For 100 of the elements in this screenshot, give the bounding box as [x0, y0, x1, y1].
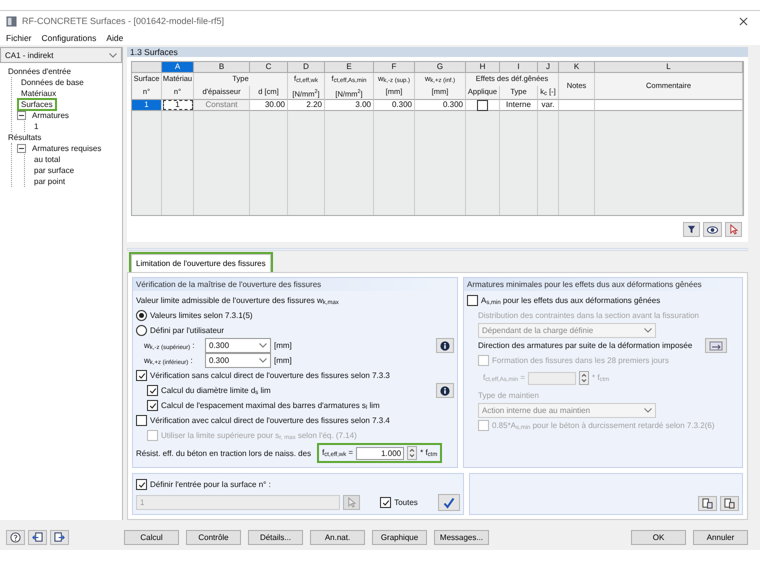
info-icon	[440, 386, 450, 396]
table-cell: 0.300	[415, 99, 466, 111]
row-number[interactable]: 1	[132, 99, 162, 111]
checkbox-label: Vérification avec calcul direct de l'ouverture des fissures selon 7.3.4	[150, 416, 390, 425]
table-cell: Constant	[194, 99, 250, 111]
action-button[interactable]: Détails...	[248, 530, 303, 544]
column-letter[interactable]: C	[250, 62, 288, 73]
dialog-button[interactable]: Annuler	[693, 530, 748, 544]
close-icon[interactable]	[739, 16, 748, 26]
menu-item[interactable]: Configurations	[42, 33, 96, 43]
symbol-label: f$_{ct,eff,wk}$ =	[322, 448, 354, 458]
action-button[interactable]: Graphique	[372, 530, 427, 544]
table-cell: 1	[162, 99, 194, 111]
checkbox[interactable]	[467, 295, 478, 306]
number-field[interactable]	[528, 372, 576, 384]
section-header: 1.3 Surfaces	[127, 47, 748, 57]
cursor-icon	[347, 497, 356, 508]
filter-button[interactable]	[683, 222, 700, 237]
checkbox[interactable]	[136, 415, 147, 426]
checkbox[interactable]	[477, 100, 488, 110]
dropdown[interactable]: 0.300	[205, 353, 271, 368]
pointer-button[interactable]	[725, 222, 742, 237]
previous-button[interactable]	[28, 530, 47, 544]
checkbox[interactable]	[147, 385, 158, 396]
radio-button[interactable]	[136, 310, 147, 321]
column-letter[interactable]: B	[194, 62, 250, 73]
column-letter[interactable]: J	[538, 62, 559, 73]
next-button[interactable]	[50, 530, 69, 544]
help-button[interactable]	[6, 530, 25, 544]
checkbox[interactable]	[147, 400, 158, 411]
checkbox-label: Calcul du diamètre limite d$_{s}$ lim	[161, 386, 271, 396]
unit-label: * f$_{ctm}$	[420, 448, 438, 458]
tree-item[interactable]: 1	[30, 120, 42, 133]
tree-item[interactable]: Armatures requises	[28, 142, 106, 155]
filter-icon	[687, 225, 696, 234]
table-cell: 2.20	[288, 99, 325, 111]
field-label: Type de maintien	[478, 391, 539, 400]
tree-item[interactable]: Résultats	[4, 131, 46, 144]
dialog-button[interactable]: OK	[631, 530, 686, 544]
column-letter[interactable]: L	[595, 62, 743, 73]
number-field[interactable]: 1.000	[356, 446, 404, 460]
spinner-icon[interactable]	[407, 446, 418, 460]
column-letter[interactable]: K	[559, 62, 595, 73]
tree-item[interactable]: par point	[30, 175, 70, 188]
field-label: Distribution des contraintes dans la section avant la fissuration	[478, 311, 700, 320]
table-cell: 30.00	[250, 99, 288, 111]
chevron-icon	[109, 52, 117, 58]
chevron-icon	[644, 408, 652, 413]
action-button[interactable]: Contrôle	[186, 530, 241, 544]
menu-item[interactable]: Aide	[106, 33, 124, 43]
spinner-icon[interactable]	[579, 371, 590, 385]
radio-label: Défini par l'utilisateur	[150, 326, 224, 335]
tree-item[interactable]: Matériaux	[17, 87, 60, 100]
tree-item[interactable]: par surface	[30, 164, 78, 177]
copy-icon	[702, 498, 713, 509]
checkbox[interactable]	[136, 370, 147, 381]
checkbox-label: Calcul de l'espacement maximal des barres d'armatures s$_{l}$ lim	[161, 400, 380, 410]
column-letter[interactable]: D	[288, 62, 325, 73]
action-button[interactable]: An.nat.	[310, 530, 365, 544]
table-cell	[559, 99, 595, 111]
tree-item[interactable]: Armatures	[28, 109, 73, 122]
checkbox-label: Vérification sans calcul direct de l'ouverture des fissures selon 7.3.3	[150, 371, 390, 380]
action-button[interactable]: Messages...	[434, 530, 489, 544]
section-label: Valeur limite admissible de l'ouverture des fissures w$_{k,max}$	[136, 296, 339, 306]
column-letter[interactable]: G	[415, 62, 466, 73]
tree-item[interactable]: Surfaces	[17, 98, 57, 111]
info-button[interactable]	[436, 383, 454, 398]
apply-button[interactable]	[438, 494, 460, 511]
checkbox-label: A$_{s,min}$ pour les effets dus aux déformations gênées	[481, 296, 660, 306]
collapse-icon[interactable]	[17, 111, 26, 120]
radio-button[interactable]	[136, 325, 147, 336]
action-button[interactable]: Calcul	[124, 530, 179, 544]
export-button[interactable]	[720, 496, 739, 511]
checkmark-icon	[443, 496, 456, 508]
radio-label: Valeurs limites selon 7.3.1(5)	[150, 311, 253, 320]
tree-item[interactable]: Données d'entrée	[4, 65, 75, 78]
chevron-icon	[644, 328, 652, 333]
dropdown[interactable]: 0.300	[205, 338, 271, 353]
column-letter[interactable]: A	[162, 62, 194, 73]
tree-item[interactable]: Données de base	[17, 76, 88, 89]
checkbox-label: Définir l'entrée pour la surface n° :	[150, 480, 271, 489]
field-label: Résist. eff. du béton en traction lors de naiss. des	[136, 448, 312, 458]
view-button[interactable]	[703, 222, 722, 237]
tab[interactable]: Limitation de l'ouverture des fissures	[131, 254, 271, 272]
tree-item[interactable]: au total	[30, 153, 64, 166]
column-letter[interactable]: H	[466, 62, 500, 73]
table-cell: var.	[538, 99, 559, 111]
info-button[interactable]	[436, 338, 454, 353]
unit-label: * f$_{ctm}$	[592, 373, 610, 383]
menu-item[interactable]: Fichier	[6, 33, 32, 43]
collapse-icon[interactable]	[17, 144, 26, 153]
load-case-dropdown[interactable]: CA1 - indirekt	[0, 47, 122, 63]
column-letter[interactable]: F	[374, 62, 415, 73]
column-letter[interactable]: I	[500, 62, 538, 73]
field-label: w$_{k,-z (supérieur)}$ :	[143, 340, 196, 350]
import-button[interactable]	[698, 496, 717, 511]
cursor-icon	[729, 224, 738, 235]
chevron-icon	[259, 358, 267, 363]
column-letter[interactable]: E	[325, 62, 374, 73]
direction-button[interactable]	[705, 338, 728, 353]
